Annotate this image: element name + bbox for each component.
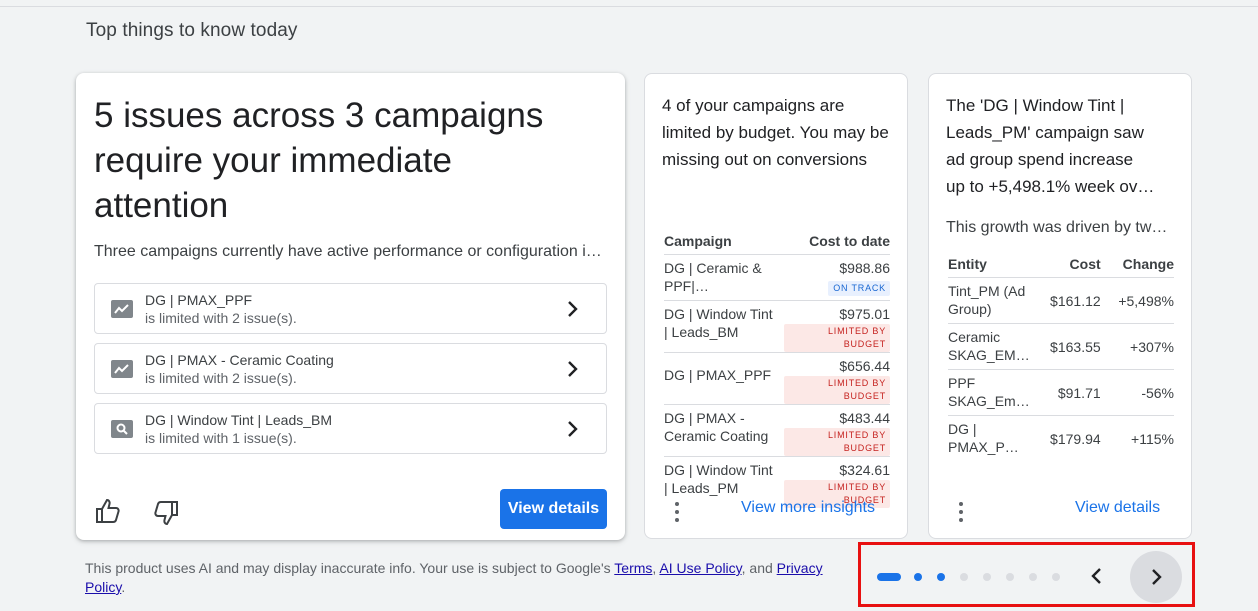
- table-row: DG | Ceramic & PPF|… $988.86 ON TRACK: [664, 254, 890, 301]
- disclaimer-text: This product uses AI and may display ina…: [85, 560, 615, 576]
- column-header-campaign: Campaign: [664, 233, 784, 255]
- chevron-right-icon: [1152, 569, 1162, 585]
- table-row: PPF SKAG_Em… $91.71 -56%: [948, 369, 1174, 416]
- column-header-cost: Cost: [1034, 256, 1101, 278]
- column-header-entity: Entity: [948, 256, 1034, 278]
- cost-value: $483.44: [839, 410, 890, 426]
- campaign-name: DG | PMAX - Ceramic Coating: [664, 404, 784, 457]
- status-badge: ON TRACK: [828, 281, 890, 296]
- budget-card: 4 of your campaigns are limited by budge…: [644, 73, 908, 539]
- pagination-dots: [877, 573, 1075, 581]
- issue-detail: is limited with 2 issue(s).: [145, 309, 297, 326]
- change-value: +5,498%: [1100, 277, 1174, 324]
- column-header-cost: Cost to date: [784, 233, 890, 255]
- issue-detail: is limited with 2 issue(s).: [145, 369, 297, 386]
- terms-link[interactable]: Terms: [614, 560, 652, 576]
- top-divider: [0, 6, 1258, 7]
- campaign-name: DG | PMAX_PPF: [664, 352, 784, 405]
- view-details-link[interactable]: View details: [1075, 499, 1160, 517]
- table-row: DG | Window Tint | Leads_BM $975.01 LIMIT…: [664, 300, 890, 353]
- issue-row-pmax-ceramic[interactable]: DG | PMAX - Ceramic Coating is limited w…: [94, 343, 607, 394]
- chevron-left-icon[interactable]: [1085, 564, 1109, 588]
- entity-table: Entity Cost Change Tint_PM (Ad Group) $1…: [948, 256, 1174, 462]
- table-row: Ceramic SKAG_EM… $163.55 +307%: [948, 323, 1174, 370]
- table-row: DG | PMAX_P… $179.94 +115%: [948, 416, 1174, 462]
- page-dot-8[interactable]: [1052, 573, 1060, 581]
- thumbs-up-icon[interactable]: [94, 497, 122, 525]
- entity-name: DG | PMAX_P…: [948, 421, 1019, 455]
- table-row: DG | PMAX - Ceramic Coating $483.44 LIMIT…: [664, 404, 890, 457]
- cost-value: $975.01: [839, 306, 890, 322]
- page-dot-3[interactable]: [937, 573, 945, 581]
- search-icon: [111, 419, 133, 438]
- page-dot-1[interactable]: [877, 573, 901, 581]
- issue-detail: is limited with 1 issue(s).: [145, 429, 297, 446]
- entity-name: Tint_PM (Ad Group): [948, 277, 1034, 324]
- campaign-name: DG | Ceramic & PPF|…: [664, 254, 784, 301]
- page-dot-4[interactable]: [960, 573, 968, 581]
- disclaimer-text: , and: [741, 560, 777, 576]
- ai-disclaimer: This product uses AI and may display ina…: [85, 559, 855, 597]
- spend-headline: The 'DG | Window Tint | Leads_PM' campai…: [946, 92, 1176, 200]
- table-row: DG | PMAX_PPF $656.44 LIMITED BY BUDGET: [664, 352, 890, 405]
- page-dot-2[interactable]: [914, 573, 922, 581]
- page-dot-5[interactable]: [983, 573, 991, 581]
- campaign-name: DG | Window Tint | Leads_BM: [664, 300, 784, 353]
- view-more-insights-button[interactable]: View more insights: [741, 499, 875, 517]
- ai-use-policy-link[interactable]: AI Use Policy: [659, 560, 741, 576]
- page-dot-7[interactable]: [1029, 573, 1037, 581]
- budget-headline: 4 of your campaigns are limited by budge…: [662, 96, 889, 169]
- headline-line: Leads_PM' campaign saw: [946, 123, 1144, 142]
- more-options-icon[interactable]: [674, 502, 680, 522]
- cost-value: $161.12: [1034, 277, 1101, 324]
- headline-line: ad group spend increase: [946, 150, 1134, 169]
- next-button[interactable]: [1130, 551, 1182, 603]
- cost-value: $163.55: [1034, 323, 1101, 370]
- headline-line: up to +5,498.1% week ov…: [946, 177, 1155, 196]
- status-badge: LIMITED BY BUDGET: [784, 428, 890, 456]
- performance-chart-icon: [111, 299, 133, 318]
- budget-table: Campaign Cost to date DG | Ceramic & PPF…: [664, 233, 890, 508]
- performance-chart-icon: [111, 359, 133, 378]
- carousel-controls: [858, 542, 1195, 607]
- thumbs-down-icon[interactable]: [152, 499, 180, 527]
- cost-value: $324.61: [839, 462, 890, 478]
- cost-value: $988.86: [839, 260, 890, 276]
- spend-increase-card: The 'DG | Window Tint | Leads_PM' campai…: [928, 73, 1192, 539]
- issue-row-pmax-ppf[interactable]: DG | PMAX_PPF is limited with 2 issue(s)…: [94, 283, 607, 334]
- table-row: Tint_PM (Ad Group) $161.12 +5,498%: [948, 277, 1174, 324]
- chevron-right-icon: [568, 300, 578, 317]
- column-header-change: Change: [1100, 256, 1174, 278]
- section-title: Top things to know today: [86, 20, 298, 41]
- entity-name: Ceramic SKAG_EM…: [948, 323, 1034, 370]
- page-dot-6[interactable]: [1006, 573, 1014, 581]
- chevron-right-icon: [568, 420, 578, 437]
- issue-row-window-tint[interactable]: DG | Window Tint | Leads_BM is limited w…: [94, 403, 607, 454]
- change-value: -56%: [1100, 369, 1174, 416]
- chevron-right-icon: [568, 360, 578, 377]
- change-value: +307%: [1100, 323, 1174, 370]
- disclaimer-text: .: [121, 579, 126, 595]
- cost-value: $91.71: [1034, 369, 1101, 416]
- change-value: +115%: [1131, 431, 1174, 447]
- status-badge: LIMITED BY BUDGET: [784, 376, 890, 404]
- issue-campaign-name: DG | PMAX_PPF: [145, 291, 253, 308]
- issues-headline: 5 issues across 3 campaigns require your…: [94, 96, 544, 225]
- spend-subtext: This growth was driven by two ad groups: [946, 219, 1174, 236]
- issue-campaign-name: DG | Window Tint | Leads_BM: [145, 411, 333, 428]
- issues-summary: Three campaigns currently have active pe…: [94, 243, 606, 260]
- headline-line: The 'DG | Window Tint |: [946, 96, 1125, 115]
- entity-name: PPF SKAG_Em…: [948, 369, 1034, 416]
- more-options-icon[interactable]: [958, 502, 964, 522]
- issues-card: 5 issues across 3 campaigns require your…: [76, 73, 625, 540]
- cost-value: $179.94: [1050, 431, 1101, 447]
- issue-campaign-name: DG | PMAX - Ceramic Coating: [145, 351, 334, 368]
- view-details-button[interactable]: View details: [500, 489, 607, 529]
- cost-value: $656.44: [839, 358, 890, 374]
- status-badge: LIMITED BY BUDGET: [784, 324, 890, 352]
